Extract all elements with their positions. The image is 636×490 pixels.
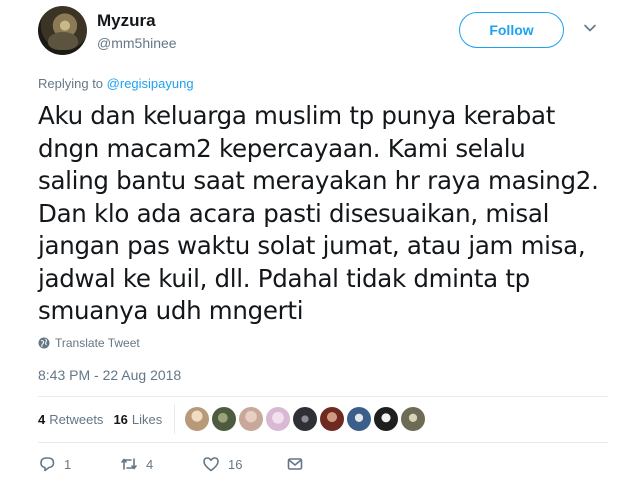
like-count: 16 [228,456,243,472]
tweet-text-line: smuanya udh mngerti [38,296,304,325]
liker-avatar[interactable] [374,407,399,431]
tweet-text-line: Dan klo ada acara pasti disesuaikan, mis… [38,198,550,228]
chevron-down-icon[interactable] [582,20,598,36]
reply-icon [40,457,55,472]
retweet-count: 4 [146,456,154,472]
liker-avatar[interactable] [266,407,291,431]
likes-label: Likes [131,411,163,427]
liker-avatar[interactable] [185,407,210,431]
retweet-button[interactable]: 4 [120,455,202,473]
reply-count: 1 [64,456,72,472]
user-handle[interactable]: @mm5hinee [97,35,177,51]
liker-avatar[interactable] [347,407,372,431]
liker-avatar[interactable] [320,407,345,431]
follow-button[interactable]: Follow [459,12,564,48]
tweet-text-line: dngn macam2 kepercayaan. Kami selalu [38,133,526,163]
tweet-actions: 1 4 16 [38,455,304,473]
tweet-header: Myzura @mm5hinee Follow [38,6,628,58]
replying-prefix: Replying to [38,76,104,91]
liker-avatar[interactable] [239,407,264,431]
tweet-timestamp[interactable]: 8:43 PM - 22 Aug 2018 [38,367,181,383]
stats-separator [174,404,176,434]
globe-icon [38,337,50,349]
replying-mention-link[interactable]: @regisipayung [107,76,194,91]
divider [38,396,608,397]
divider [38,442,608,443]
retweets-count: 4 [38,411,46,427]
heart-icon [203,457,219,472]
tweet-stats: 4 Retweets 16 Likes [38,404,426,434]
envelope-icon [287,458,303,470]
tweet-text-line: Aku dan keluarga muslim tp punya kerabat [38,101,556,130]
likes-count: 16 [113,411,128,427]
display-name[interactable]: Myzura [97,11,156,31]
reply-button[interactable]: 1 [38,455,120,473]
translate-label: Translate Tweet [55,336,140,350]
tweet-text-line: jangan pas waktu solat jumat, atau jam m… [38,231,586,260]
retweet-icon [121,458,137,470]
user-avatar[interactable] [38,6,87,55]
retweets-label: Retweets [49,411,104,427]
liker-avatars [185,407,426,431]
liker-avatar[interactable] [293,407,318,431]
like-button[interactable]: 16 [202,455,286,473]
retweets-stat[interactable]: 4 Retweets [38,412,103,427]
tweet-text-line: saling bantu saat merayakan hr raya masi… [38,166,599,195]
tweet-text: Aku dan keluarga muslim tp punya kerabat… [38,100,608,328]
direct-message-button[interactable] [286,455,304,473]
replying-to: Replying to @regisipayung [38,76,194,91]
liker-avatar[interactable] [401,407,426,431]
liker-avatar[interactable] [212,407,237,431]
translate-tweet-link[interactable]: Translate Tweet [38,336,140,350]
likes-stat[interactable]: 16 Likes [113,412,162,427]
tweet-text-line: jadwal ke kuil, dll. Pdahal tidak dminta… [38,263,530,293]
